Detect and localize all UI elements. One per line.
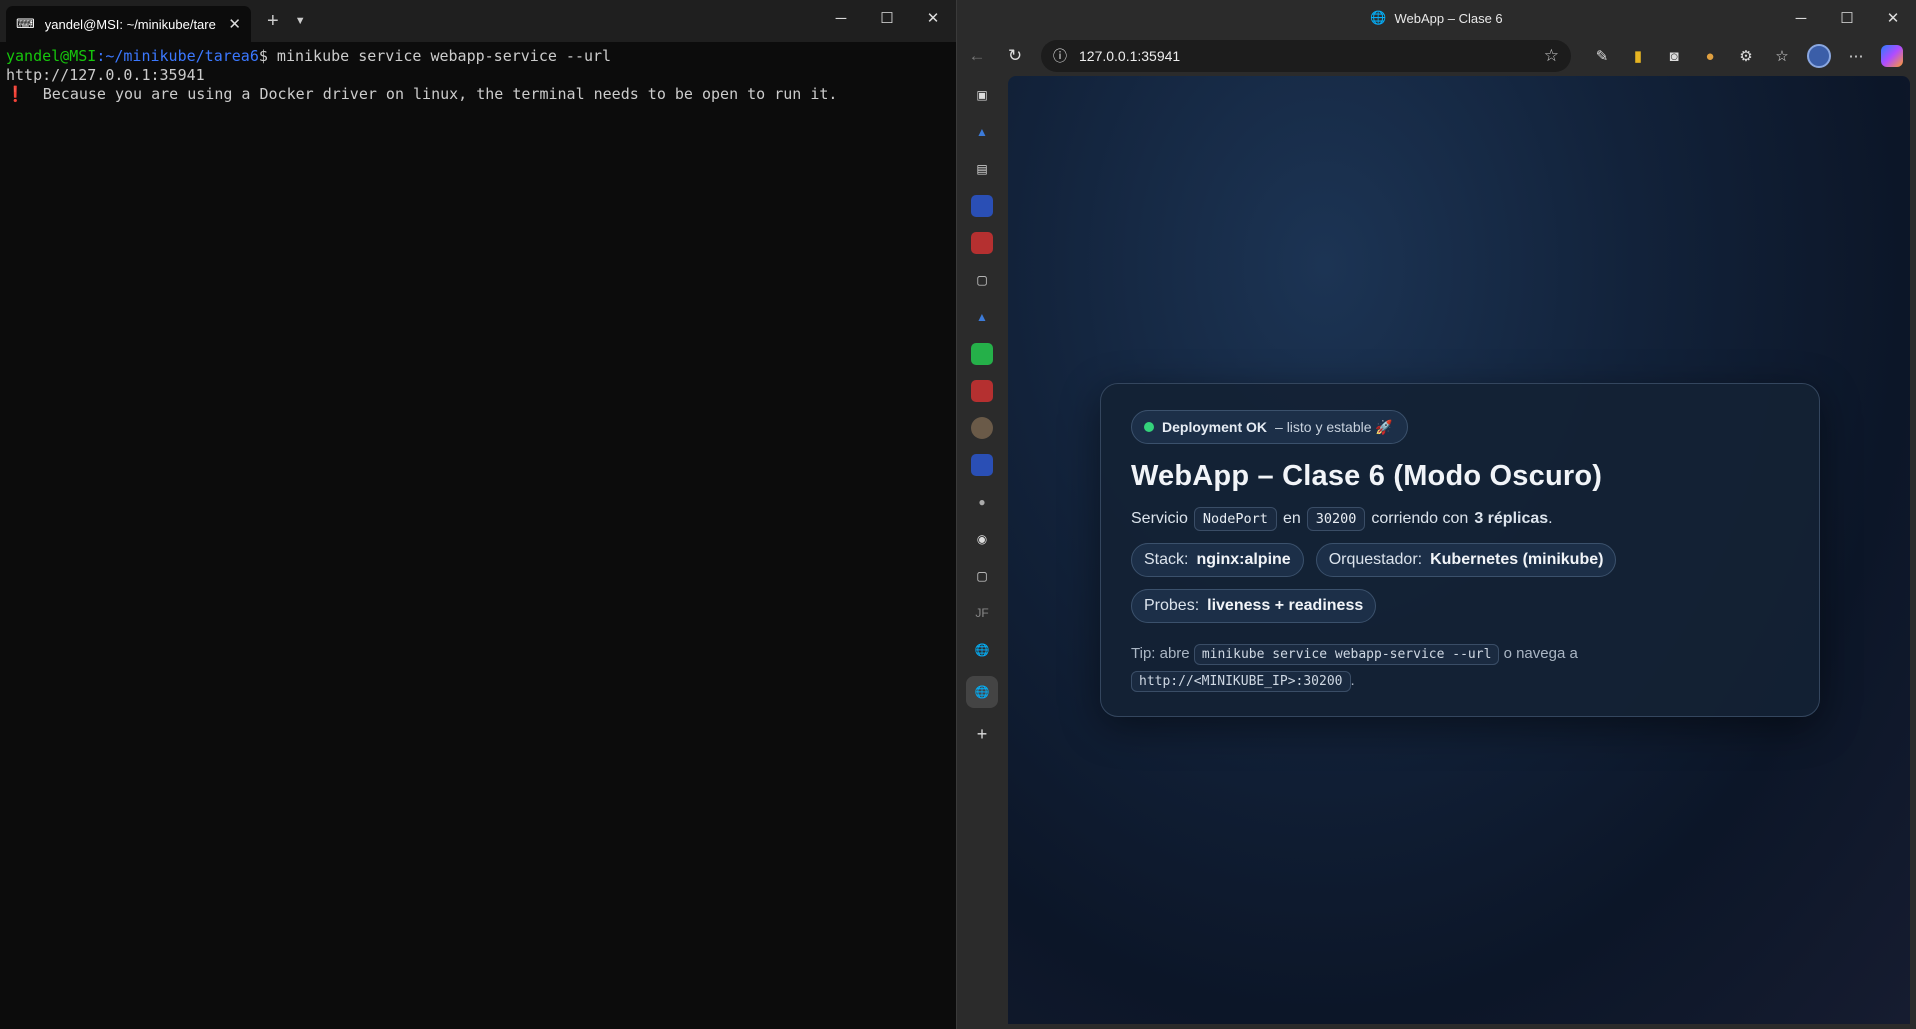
collections-icon[interactable]: ▤ (971, 158, 993, 180)
address-bar[interactable]: ⓘ 127.0.0.1:35941 ☆ (1041, 40, 1571, 72)
orchestrator-pill: Orquestador: Kubernetes (minikube) (1315, 543, 1617, 577)
status-card: Deployment OK – listo y estable 🚀 WebApp… (1100, 383, 1820, 717)
maximize-icon[interactable]: ☐ (864, 0, 910, 36)
prompt-symbol: $ (258, 47, 268, 65)
maximize-icon[interactable]: ☐ (1824, 0, 1870, 36)
github-icon[interactable]: ◉ (971, 528, 993, 550)
orchestrator-label: Orquestador: (1328, 551, 1423, 568)
toolbar-extensions: ✎ ▮ ◙ ● ⚙ ☆ ⋯ (1591, 44, 1903, 68)
address-url[interactable]: 127.0.0.1:35941 (1079, 48, 1532, 64)
copilot-icon[interactable] (1881, 45, 1903, 67)
close-icon[interactable]: ✕ (1870, 0, 1916, 36)
prompt-path: :~/minikube/tarea6 (96, 47, 259, 65)
desc-end: . (1548, 510, 1553, 527)
replicas-count: 3 réplicas (1474, 510, 1549, 527)
azure-icon[interactable]: ▲ (971, 121, 993, 143)
cookie-icon[interactable]: ● (1699, 45, 1721, 67)
desc-text-2: en (1282, 510, 1301, 527)
puzzle-icon[interactable]: ⚙ (1735, 45, 1757, 67)
status-badge: Deployment OK – listo y estable 🚀 (1131, 410, 1408, 444)
camera-icon[interactable]: ◙ (1663, 45, 1685, 67)
terminal-window: ⌨ yandel@MSI: ~/minikube/tare ✕ + ▼ ─ ☐ … (0, 0, 957, 1029)
app-icon[interactable]: ● (971, 491, 993, 513)
app-icon[interactable] (971, 417, 993, 439)
globe-icon: 🌐 (1370, 10, 1387, 25)
page-title: WebApp – Clase 6 (Modo Oscuro) (1131, 460, 1603, 492)
back-arrow-icon[interactable]: ← (965, 46, 989, 66)
new-tab-button[interactable]: + (267, 10, 279, 33)
minimize-icon[interactable]: ─ (818, 0, 864, 36)
app-icon[interactable] (971, 454, 993, 476)
pen-icon[interactable]: ✎ (1591, 45, 1613, 67)
document-icon[interactable]: ▢ (971, 565, 993, 587)
pdf-icon[interactable] (971, 232, 993, 254)
tip-text-2: o navega a (1503, 645, 1578, 662)
favorites-icon[interactable]: ☆ (1771, 45, 1793, 67)
terminal-output[interactable]: yandel@MSI:~/minikube/tarea6$ minikube s… (0, 42, 956, 109)
page-viewport: Deployment OK – listo y estable 🚀 WebApp… (1008, 76, 1910, 1024)
browser-window-controls: ─ ☐ ✕ (1778, 0, 1916, 36)
terminal-tab[interactable]: ⌨ yandel@MSI: ~/minikube/tare ✕ (6, 6, 251, 42)
command-text: minikube service webapp-service --url (267, 47, 612, 65)
warning-icon: ❗ (6, 85, 25, 103)
minimize-icon[interactable]: ─ (1778, 0, 1824, 36)
tip-text-1: Tip: abre (1131, 645, 1190, 662)
desktop: ⌨ yandel@MSI: ~/minikube/tare ✕ + ▼ ─ ☐ … (0, 0, 1916, 1029)
extension-icon[interactable]: ▮ (1627, 45, 1649, 67)
stack-label: Stack: (1144, 551, 1189, 568)
tip-end: . (1350, 672, 1355, 689)
desc-text-1: Servicio (1131, 510, 1188, 527)
app-icon[interactable] (971, 195, 993, 217)
terminal-titlebar: ⌨ yandel@MSI: ~/minikube/tare ✕ + ▼ ─ ☐ … (0, 0, 956, 42)
chevron-down-icon[interactable]: ▼ (295, 15, 306, 27)
port-code: 30200 (1306, 507, 1366, 531)
warning-text: Because you are using a Docker driver on… (24, 85, 838, 103)
service-type-code: NodePort (1193, 507, 1277, 531)
service-description: Servicio NodePort en 30200 corriendo con… (1131, 507, 1789, 531)
jf-icon[interactable]: JF (971, 602, 993, 624)
info-pills: Stack: nginx:alpine Orquestador: Kuberne… (1131, 543, 1691, 623)
prompt-user: yandel@MSI (6, 47, 97, 65)
pdf-icon[interactable] (971, 380, 993, 402)
terminal-window-controls: ─ ☐ ✕ (818, 0, 956, 36)
terminal-icon: ⌨ (16, 16, 35, 31)
browser-titlebar: 🌐 WebApp – Clase 6 ─ ☐ ✕ (957, 0, 1916, 36)
vertical-tabs-icon[interactable]: ▣ (971, 84, 993, 106)
globe-icon[interactable]: 🌐 (966, 676, 998, 708)
more-menu-icon[interactable]: ⋯ (1845, 45, 1867, 67)
close-icon[interactable]: ✕ (910, 0, 956, 36)
document-icon[interactable]: ▢ (971, 269, 993, 291)
terminal-tab-title: yandel@MSI: ~/minikube/tare (44, 16, 216, 32)
output-url: http://127.0.0.1:35941 (6, 66, 205, 84)
badge-rest: – listo y estable 🚀 (1275, 418, 1393, 435)
status-dot-icon (1144, 422, 1154, 432)
probes-pill: Probes: liveness + readiness (1131, 589, 1377, 623)
orchestrator-value: Kubernetes (minikube) (1430, 551, 1604, 568)
whatsapp-icon[interactable] (971, 343, 993, 365)
close-tab-icon[interactable]: ✕ (228, 15, 241, 33)
globe-icon[interactable]: 🌐 (971, 639, 993, 661)
browser-window: 🌐 WebApp – Clase 6 ─ ☐ ✕ ← ↻ ⓘ 127.0.0.1… (957, 0, 1916, 1029)
browser-toolbar: ← ↻ ⓘ 127.0.0.1:35941 ☆ ✎ ▮ ◙ ● ⚙ ☆ ⋯ (957, 36, 1916, 76)
favorite-star-icon[interactable]: ☆ (1544, 46, 1559, 66)
browser-sidebar: ▣ ▲ ▤ ▢ ▲ ● ◉ ▢ JF 🌐 🌐 + (957, 76, 1007, 1029)
window-title: WebApp – Clase 6 (1394, 10, 1503, 26)
tip-url-code: http://<MINIKUBE_IP>:30200 (1131, 671, 1351, 692)
tip-text: Tip: abre minikube service webapp-servic… (1131, 641, 1789, 695)
refresh-icon[interactable]: ↻ (1003, 46, 1027, 66)
tip-command-code: minikube service webapp-service --url (1193, 644, 1500, 665)
add-icon[interactable]: + (971, 723, 993, 745)
avatar[interactable] (1807, 44, 1831, 68)
stack-pill: Stack: nginx:alpine (1131, 543, 1304, 577)
probes-label: Probes: (1144, 597, 1200, 614)
azure-icon[interactable]: ▲ (971, 306, 993, 328)
probes-value: liveness + readiness (1207, 597, 1364, 614)
stack-value: nginx:alpine (1196, 551, 1291, 568)
site-info-icon[interactable]: ⓘ (1053, 46, 1067, 66)
desc-text-3: corriendo con (1371, 510, 1469, 527)
badge-strong: Deployment OK (1162, 419, 1268, 435)
